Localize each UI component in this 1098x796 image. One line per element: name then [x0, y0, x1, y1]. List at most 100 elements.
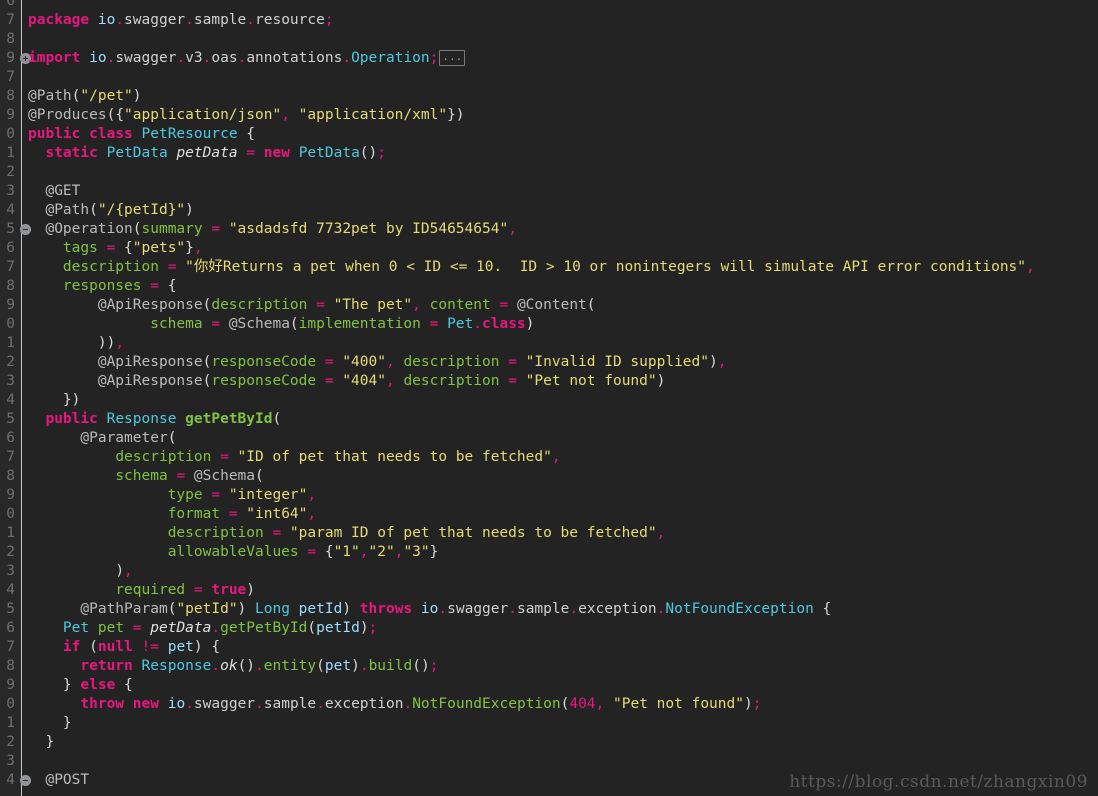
line-number: 9: [6, 297, 15, 313]
code-line: )),: [97, 335, 125, 351]
gutter-row: 4: [0, 391, 21, 410]
gutter-row: 0: [0, 505, 21, 524]
line-number: 4: [6, 202, 15, 218]
code-line: @ApiResponse(responseCode = "400", descr…: [97, 354, 727, 370]
gutter-row: 9: [0, 106, 21, 125]
code-content[interactable]: package io.swagger.sample.resource; impor…: [28, 0, 1098, 796]
line-number: 9: [6, 50, 15, 66]
line-number: 9: [6, 487, 15, 503]
gutter-row: 6: [0, 0, 21, 11]
line-number: 4: [6, 772, 15, 788]
gutter-row: 7: [0, 448, 21, 467]
code-line: description = "ID of pet that needs to b…: [115, 449, 561, 465]
line-number: 2: [6, 164, 15, 180]
line-number: 1: [6, 145, 15, 161]
code-line: @Produces({"application/json", "applicat…: [28, 107, 465, 123]
line-number: 0: [6, 506, 15, 522]
code-editor: 6 7 8 9 7 8 9 0 1 2 3 4 5 6 7 8 9 0 1 2 3 4 5 6 7 8 9 0 1 2 3 4 5 6 7 8 9 0 1 2…: [0, 0, 1098, 796]
code-line: @Parameter(: [80, 430, 177, 446]
code-line: @PathParam("petId") Long petId) throws i…: [80, 601, 832, 617]
code-line: } else {: [62, 677, 133, 693]
code-line: schema = @Schema(implementation = Pet.cl…: [150, 316, 535, 332]
line-number: 3: [6, 373, 15, 389]
gutter-row: 0: [0, 315, 21, 334]
gutter-row: 7: [0, 11, 21, 30]
code-line: format = "int64",: [167, 506, 317, 522]
line-number: 0: [6, 696, 15, 712]
line-number: 4: [6, 582, 15, 598]
gutter-row: 1: [0, 714, 21, 733]
code-line: public class PetResource {: [28, 126, 256, 142]
line-number: 9: [6, 107, 15, 123]
gutter-row: 3: [0, 182, 21, 201]
code-line: description = "param ID of pet that need…: [167, 525, 666, 541]
gutter-row: 4: [0, 581, 21, 600]
code-line: @POST: [45, 772, 90, 788]
code-line: @ApiResponse(responseCode = "404", descr…: [97, 373, 666, 389]
code-line: @Path("/pet"): [28, 88, 142, 104]
code-line: schema = @Schema(: [115, 468, 264, 484]
gutter-row: 0: [0, 125, 21, 144]
watermark-url: https://blog.csdn.net/zhangxin09: [789, 772, 1088, 792]
line-number: 8: [6, 31, 15, 47]
gutter-row: 5: [0, 220, 31, 239]
line-number: 6: [6, 0, 15, 9]
code-line: description = "你好Returns a pet when 0 < …: [62, 259, 1035, 275]
gutter-row: 3: [0, 372, 21, 391]
code-line: if (null != pet) {: [62, 639, 221, 655]
gutter-row: 8: [0, 657, 21, 676]
line-number: 0: [6, 126, 15, 142]
gutter-row: 7: [0, 258, 21, 277]
line-number: 1: [6, 335, 15, 351]
gutter-row: 9: [0, 676, 21, 695]
line-number-gutter: 6 7 8 9 7 8 9 0 1 2 3 4 5 6 7 8 9 0 1 2 3 4 5 6 7 8 9 0 1 2 3 4 5 6 7 8 9 0 1 2…: [0, 0, 31, 796]
code-line: import io.swagger.v3.oas.annotations.Ope…: [28, 49, 466, 68]
line-number: 0: [6, 316, 15, 332]
line-number: 2: [6, 734, 15, 750]
gutter-row: 8: [0, 30, 21, 49]
code-line: return Response.ok().entity(pet).build()…: [80, 658, 439, 674]
gutter-row: 5: [0, 600, 21, 619]
gutter-row: 4: [0, 771, 31, 790]
code-line: }): [62, 392, 81, 408]
gutter-row: 5: [0, 410, 21, 429]
line-number: 8: [6, 278, 15, 294]
line-number: 9: [6, 677, 15, 693]
line-number: 4: [6, 392, 15, 408]
code-line: allowableValues = {"1","2","3"}: [167, 544, 439, 560]
code-line: @Operation(summary = "asdadsfd 7732pet b…: [45, 221, 517, 237]
line-number: 7: [6, 12, 15, 28]
gutter-row: 7: [0, 638, 21, 657]
line-number: 3: [6, 563, 15, 579]
gutter-row: 9: [0, 486, 21, 505]
line-number: 6: [6, 620, 15, 636]
gutter-row: 6: [0, 619, 21, 638]
line-number: 7: [6, 69, 15, 85]
gutter-row: 2: [0, 353, 21, 372]
gutter-row: 1: [0, 524, 21, 543]
line-number: 3: [6, 753, 15, 769]
gutter-row: 9: [0, 49, 31, 68]
code-line: @Path("/{petId}"): [45, 202, 194, 218]
line-number: 7: [6, 259, 15, 275]
code-line: }: [45, 734, 55, 750]
code-line: tags = {"pets"},: [62, 240, 203, 256]
gutter-row: 4: [0, 201, 21, 220]
line-number: 1: [6, 525, 15, 541]
line-number: 6: [6, 430, 15, 446]
code-line: type = "integer",: [167, 487, 317, 503]
gutter-row: 8: [0, 277, 21, 296]
gutter-row: 1: [0, 334, 21, 353]
line-number: 2: [6, 354, 15, 370]
line-number: 8: [6, 88, 15, 104]
code-line: }: [62, 715, 72, 731]
gutter-row: 2: [0, 543, 21, 562]
line-number: 8: [6, 468, 15, 484]
collapsed-region-icon[interactable]: ...: [439, 50, 466, 66]
code-line: @ApiResponse(description = "The pet", co…: [97, 297, 596, 313]
gutter-row: 8: [0, 467, 21, 486]
gutter-row: 9: [0, 296, 21, 315]
gutter-row: 6: [0, 239, 21, 258]
gutter-row: 2: [0, 163, 21, 182]
code-line: Pet pet = petData.getPetById(petId);: [62, 620, 378, 636]
